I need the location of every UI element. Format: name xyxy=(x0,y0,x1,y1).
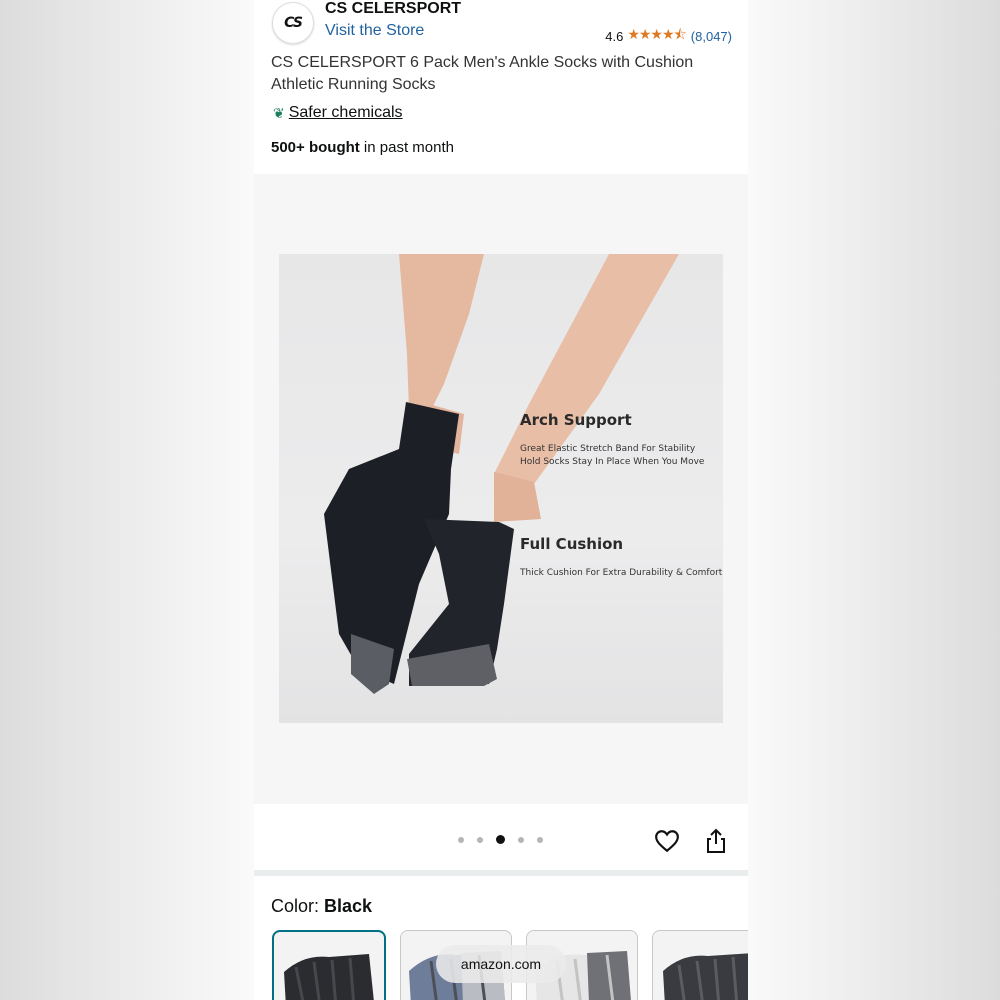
carousel-dot[interactable] xyxy=(518,836,524,843)
logo-text: CS xyxy=(284,15,303,31)
carousel-dot[interactable] xyxy=(537,836,543,843)
rating-value: 4.6 xyxy=(605,28,624,44)
annotation-full-cushion-line1: Thick Cushion For Extra Durability & Com… xyxy=(520,568,723,578)
product-image-gallery[interactable]: Arch Support Great Elastic Stretch Band … xyxy=(254,174,748,804)
safer-chemicals-link[interactable]: ❦ Safer chemicals xyxy=(273,104,403,122)
color-swatch-dark-grey[interactable] xyxy=(652,930,748,1000)
section-divider xyxy=(254,870,748,876)
bought-count-rest: in past month xyxy=(359,139,454,156)
bought-count: 500+ bought in past month xyxy=(271,139,454,156)
carousel-dot[interactable] xyxy=(477,836,483,843)
product-page: CS CS CELERSPORT Visit the Store 4.6 ★★★… xyxy=(254,0,748,1000)
review-count-link[interactable]: (8,047) xyxy=(691,29,732,44)
annotation-arch-support-line1: Great Elastic Stretch Band For Stability xyxy=(520,444,696,454)
visit-store-link[interactable]: Visit the Store xyxy=(325,22,424,40)
annotation-full-cushion-title: Full Cushion xyxy=(520,535,624,553)
brand-logo[interactable]: CS xyxy=(272,2,314,44)
star-rating-icon: ★★★★⯪ xyxy=(627,26,686,42)
carousel-dots[interactable] xyxy=(458,835,556,844)
brand-name: CS CELERSPORT xyxy=(325,0,462,17)
carousel-dot[interactable] xyxy=(458,836,464,843)
color-value: Black xyxy=(324,896,373,916)
carousel-dot-active[interactable] xyxy=(496,835,505,844)
product-photo[interactable]: Arch Support Great Elastic Stretch Band … xyxy=(279,254,723,723)
carousel-controls xyxy=(254,804,748,870)
safer-chemicals-label: Safer chemicals xyxy=(288,104,403,121)
bought-count-bold: 500+ bought xyxy=(271,139,360,156)
swatch-image xyxy=(663,953,748,1000)
rating-summary[interactable]: 4.6 ★★★★⯪ (8,047) xyxy=(605,24,732,48)
browser-url-pill[interactable]: amazon.com xyxy=(436,945,566,983)
annotation-arch-support-line2: Hold Socks Stay In Place When You Move xyxy=(520,457,705,467)
color-label: Color: xyxy=(271,896,325,916)
socks-illustration xyxy=(324,254,679,694)
annotation-arch-support-title: Arch Support xyxy=(520,411,632,429)
leaf-icon: ❦ xyxy=(273,104,285,121)
share-icon[interactable] xyxy=(704,828,728,854)
color-selector-label: Color: Black xyxy=(271,896,372,917)
product-title: CS CELERSPORT 6 Pack Men's Ankle Socks w… xyxy=(271,54,694,93)
color-swatch-black[interactable] xyxy=(272,930,386,1000)
heart-icon[interactable] xyxy=(654,828,680,854)
swatch-image xyxy=(284,954,374,1000)
